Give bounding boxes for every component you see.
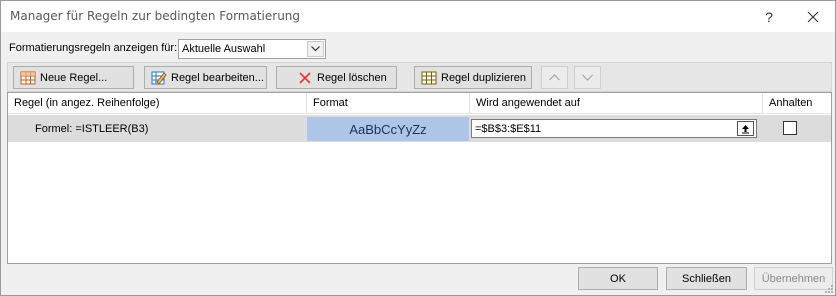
rules-toolbar: Neue Regel... Regel bearbeiten... Regel … [7, 62, 832, 92]
edit-rule-label: Regel bearbeiten... [171, 71, 264, 84]
column-header-stop: Anhalten [763, 93, 831, 114]
stop-if-true-checkbox[interactable] [783, 121, 797, 135]
apply-button[interactable]: Übernehmen [754, 267, 833, 290]
applies-to-value: =$B$3:$E$11 [475, 123, 542, 135]
close-button[interactable]: Schließen [666, 267, 747, 290]
show-rules-dropdown[interactable]: Aktuelle Auswahl [178, 39, 326, 59]
collapse-arrow-icon [742, 124, 749, 133]
rules-list: Regel (in angez. Reihenfolge) Format Wir… [7, 92, 832, 264]
format-preview: AaBbCcYyZz [307, 117, 469, 141]
show-rules-label: Formatierungsregeln anzeigen für: [9, 42, 178, 54]
duplicate-rule-button[interactable]: Regel duplizieren [414, 66, 532, 89]
column-header-rule: Regel (in angez. Reihenfolge) [8, 93, 307, 114]
rule-description: Formel: =ISTLEER(B3) [35, 123, 149, 135]
close-window-button[interactable] [791, 1, 835, 32]
column-header-format: Format [307, 93, 470, 114]
conditional-formatting-rules-dialog: Manager für Regeln zur bedingten Formati… [0, 0, 836, 296]
applies-to-input[interactable]: =$B$3:$E$11 [471, 119, 757, 138]
window-title: Manager für Regeln zur bedingten Formati… [10, 9, 301, 23]
new-rule-icon [20, 70, 36, 86]
edit-rule-icon [151, 70, 167, 86]
column-header-applies-to: Wird angewendet auf [470, 93, 763, 114]
resize-grip-icon[interactable] [823, 283, 833, 293]
collapse-dialog-button[interactable] [737, 121, 754, 136]
duplicate-icon [421, 70, 437, 86]
title-bar: Manager für Regeln zur bedingten Formati… [1, 1, 835, 32]
ok-button[interactable]: OK [578, 267, 658, 290]
chevron-up-icon [549, 74, 560, 81]
chevron-down-icon [582, 74, 593, 81]
close-icon [807, 11, 819, 22]
new-rule-label: Neue Regel... [40, 71, 108, 84]
show-rules-value: Aktuelle Auswahl [182, 43, 266, 55]
chevron-down-icon[interactable] [307, 41, 324, 57]
edit-rule-button[interactable]: Regel bearbeiten... [144, 66, 267, 89]
new-rule-button[interactable]: Neue Regel... [13, 66, 134, 89]
move-up-button[interactable] [541, 66, 568, 89]
delete-rule-button[interactable]: Regel löschen [276, 66, 397, 89]
rule-row[interactable]: Formel: =ISTLEER(B3) AaBbCcYyZz =$B$3:$E… [8, 115, 831, 142]
help-button[interactable]: ? [747, 1, 791, 32]
delete-rule-label: Regel löschen [317, 71, 387, 84]
delete-icon [297, 70, 313, 86]
move-down-button[interactable] [574, 66, 601, 89]
duplicate-rule-label: Regel duplizieren [441, 71, 526, 84]
